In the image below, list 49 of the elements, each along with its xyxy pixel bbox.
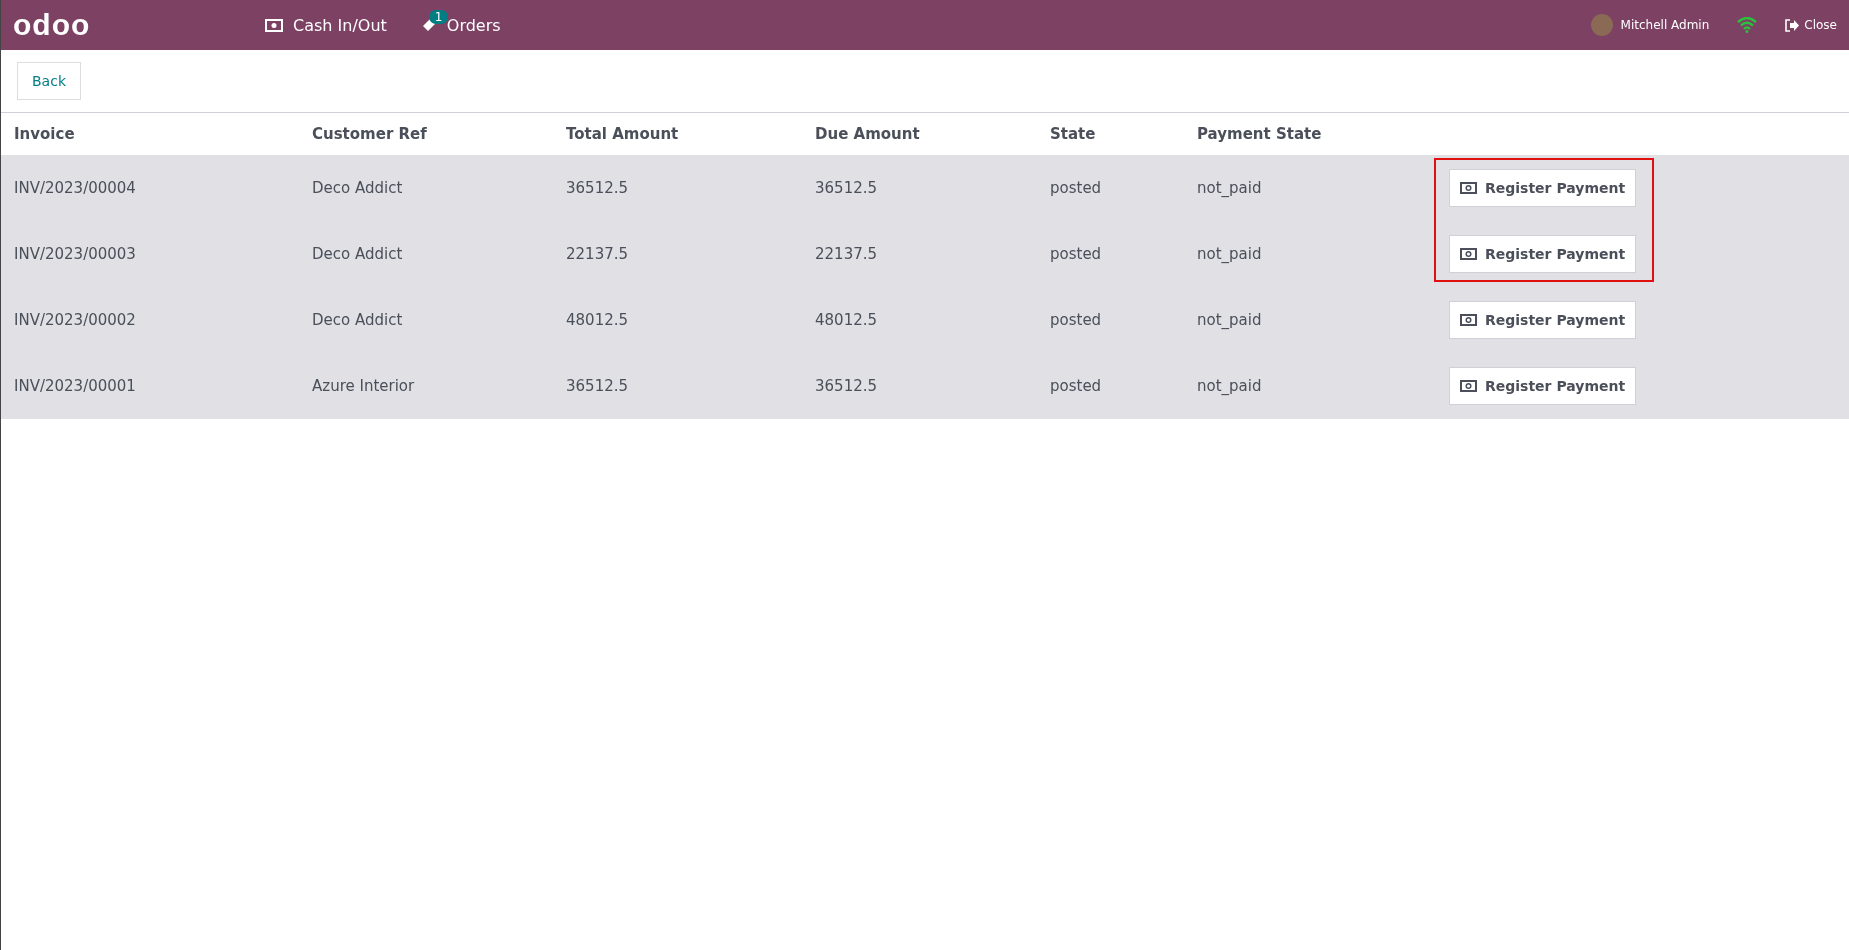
- table-cell-text: not_paid: [1196, 311, 1263, 329]
- column-header: Payment State: [1196, 125, 1323, 143]
- banknote-icon: [1460, 248, 1477, 260]
- sign-out-icon: [1785, 18, 1801, 32]
- wifi-icon: [1737, 17, 1758, 33]
- table-cell-text: posted: [1049, 311, 1103, 329]
- column-header: Due Amount: [814, 125, 921, 143]
- table-cell-text: 48012.5: [565, 311, 630, 329]
- register-payment-button[interactable]: Register Payment: [1449, 169, 1637, 207]
- table-cell-text: 22137.5: [814, 245, 879, 263]
- table-cell-text: 36512.5: [565, 377, 630, 395]
- column-header: Total Amount: [565, 125, 680, 143]
- table-cell-text: Deco Addict: [311, 311, 404, 329]
- back-button[interactable]: Back: [17, 62, 81, 100]
- table-cell-text: INV/2023/00003: [13, 245, 137, 263]
- table-cell-text: INV/2023/00001: [13, 377, 137, 395]
- table-cell-text: posted: [1049, 245, 1103, 263]
- table-cell-text: posted: [1049, 377, 1103, 395]
- register-payment-button[interactable]: Register Payment: [1449, 301, 1637, 339]
- logo: odoo: [13, 8, 92, 42]
- avatar: [1590, 14, 1613, 36]
- table-cell-text: 36512.5: [814, 179, 879, 197]
- table-cell-text: not_paid: [1196, 245, 1263, 263]
- table-cell-text: INV/2023/00004: [13, 179, 137, 197]
- banknote-icon: [1460, 380, 1477, 392]
- table-cell-text: INV/2023/00002: [13, 311, 137, 329]
- table-cell-text: 36512.5: [565, 179, 630, 197]
- table-cell-text: posted: [1049, 179, 1103, 197]
- table-cell-text: Deco Addict: [311, 245, 404, 263]
- table-cell-text: not_paid: [1196, 377, 1263, 395]
- table-cell-text: not_paid: [1196, 179, 1263, 197]
- banknote-icon: [1460, 314, 1477, 326]
- count-badge: 1: [428, 10, 449, 24]
- table-cell-text: 22137.5: [565, 245, 630, 263]
- column-header: Customer Ref: [311, 125, 428, 143]
- banknote-icon: [265, 18, 283, 32]
- nav-button[interactable]: Cash In/Out: [263, 9, 389, 41]
- table-cell-text: Deco Addict: [311, 179, 404, 197]
- column-header: State: [1049, 125, 1097, 143]
- register-payment-button[interactable]: Register Payment: [1449, 367, 1637, 405]
- register-payment-button[interactable]: Register Payment: [1449, 235, 1637, 273]
- banknote-icon: [1460, 182, 1477, 194]
- nav-button[interactable]: 1 Orders: [418, 9, 503, 41]
- close-button[interactable]: Close: [1785, 18, 1837, 32]
- column-header: Invoice: [13, 125, 76, 143]
- table-cell-text: 48012.5: [814, 311, 879, 329]
- user-name: Mitchell Admin: [1620, 18, 1710, 32]
- table-cell-text: Azure Interior: [311, 377, 416, 395]
- table-cell-text: 36512.5: [814, 377, 879, 395]
